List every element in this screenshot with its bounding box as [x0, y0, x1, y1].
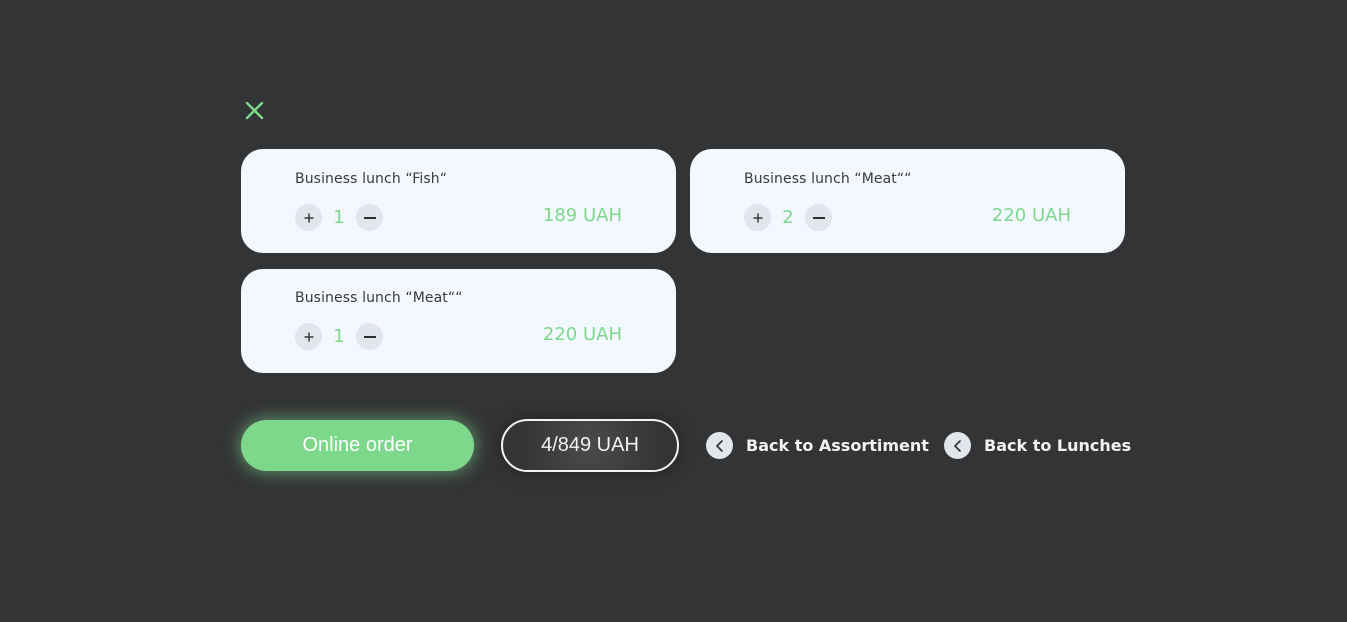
- online-order-button[interactable]: Online order: [241, 420, 474, 471]
- minus-icon: [363, 216, 376, 219]
- chevron-left-icon: [715, 439, 723, 452]
- back-to-assortment-label: Back to Assortiment: [746, 436, 929, 455]
- decrease-button[interactable]: [805, 204, 832, 231]
- back-to-lunches-label: Back to Lunches: [984, 436, 1132, 455]
- plus-icon: [304, 213, 313, 222]
- item-price: 220 UAH: [542, 324, 622, 345]
- decrease-button[interactable]: [356, 323, 383, 350]
- back-button-circle: [706, 432, 733, 459]
- plus-icon: [753, 213, 762, 222]
- item-price: 220 UAH: [991, 205, 1071, 226]
- item-title: Business lunch “Meat““: [744, 171, 912, 187]
- cart-item-meat: Business lunch “Meat““ 1 220 UAH: [241, 269, 676, 373]
- item-price: 189 UAH: [542, 205, 622, 226]
- order-total: 4/849 UAH: [501, 419, 679, 472]
- increase-button[interactable]: [295, 323, 322, 350]
- cart-page: Business lunch “Fish“ 1 189 UAH Business…: [0, 0, 1347, 622]
- item-title: Business lunch “Fish“: [295, 171, 448, 187]
- item-title: Business lunch “Meat““: [295, 290, 463, 306]
- quantity-stepper: 1: [295, 204, 383, 231]
- close-button[interactable]: [243, 99, 266, 122]
- chevron-left-icon: [953, 439, 961, 452]
- minus-icon: [812, 216, 825, 219]
- back-button-circle: [944, 432, 971, 459]
- quantity-stepper: 2: [744, 204, 832, 231]
- cart-item-fish: Business lunch “Fish“ 1 189 UAH: [241, 149, 676, 253]
- quantity-value: 2: [782, 207, 794, 228]
- quantity-stepper: 1: [295, 323, 383, 350]
- cart-item-meat: Business lunch “Meat““ 2 220 UAH: [690, 149, 1125, 253]
- minus-icon: [363, 335, 376, 338]
- back-to-lunches-link[interactable]: Back to Lunches: [944, 432, 1131, 459]
- quantity-value: 1: [333, 326, 345, 347]
- back-to-assortment-link[interactable]: Back to Assortiment: [706, 432, 929, 459]
- close-icon: [245, 101, 264, 120]
- decrease-button[interactable]: [356, 204, 383, 231]
- increase-button[interactable]: [295, 204, 322, 231]
- quantity-value: 1: [333, 207, 345, 228]
- plus-icon: [304, 332, 313, 341]
- increase-button[interactable]: [744, 204, 771, 231]
